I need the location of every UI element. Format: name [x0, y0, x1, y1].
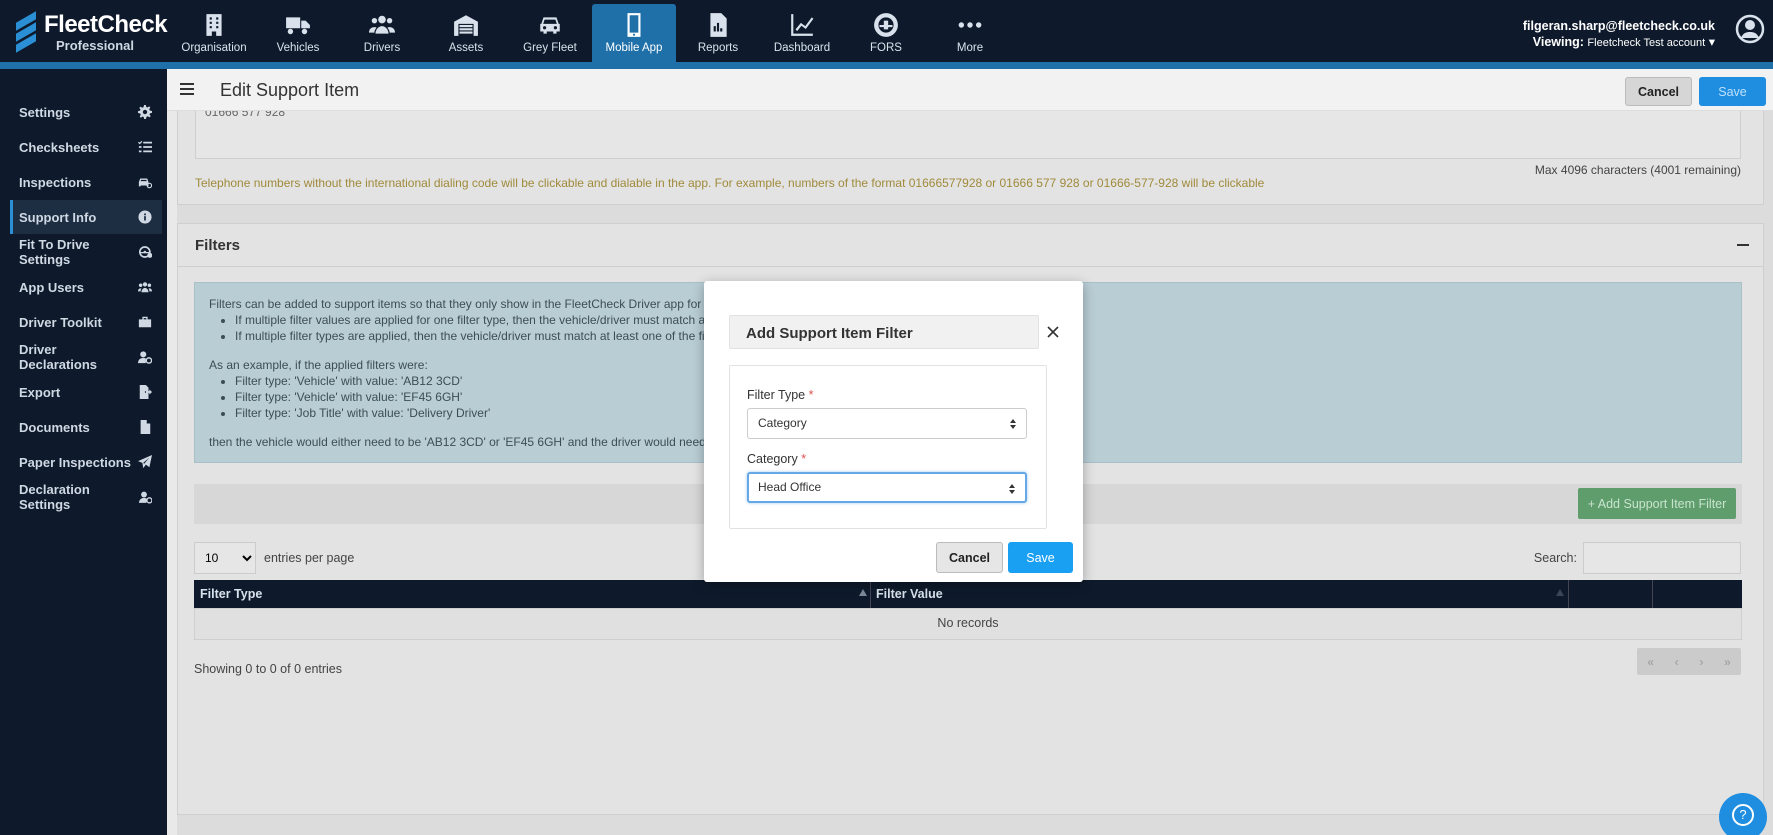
category-label: Category * [747, 452, 807, 466]
modal-title: Add Support Item Filter [746, 325, 913, 342]
select-arrows-icon [1009, 484, 1015, 494]
select-arrows-icon [1010, 419, 1016, 429]
modal-cancel-button[interactable]: Cancel [936, 542, 1003, 573]
filter-type-select[interactable]: Category [747, 408, 1027, 439]
close-icon[interactable] [1042, 321, 1064, 343]
modal-save-button[interactable]: Save [1008, 542, 1073, 573]
add-filter-modal: Add Support Item Filter Filter Type * Ca… [704, 281, 1083, 582]
modal-body: Filter Type * Category Category * Head O… [729, 365, 1047, 529]
filter-type-label: Filter Type * [747, 388, 814, 402]
modal-header: Add Support Item Filter [729, 315, 1039, 349]
category-select[interactable]: Head Office [747, 472, 1027, 503]
